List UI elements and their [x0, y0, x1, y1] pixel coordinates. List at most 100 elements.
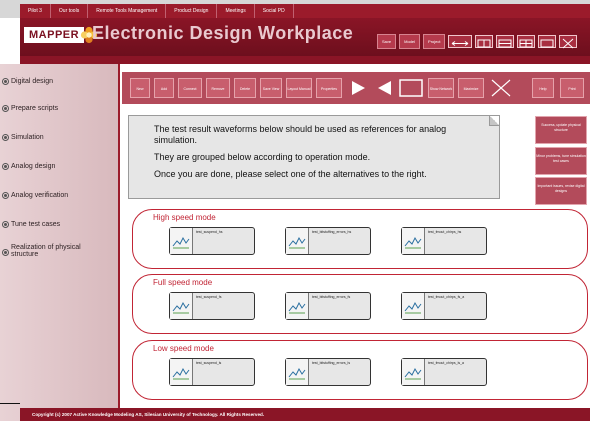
top-nav-bar: Pilot 3 Our tools Remote Tools Managemen… [20, 4, 590, 18]
frame-icon[interactable] [398, 78, 424, 98]
mapper-logo: MAPPER [24, 24, 98, 46]
waveform-thumbnail-icon [170, 228, 193, 254]
waveform-card[interactable]: test_fmout_chirps_fs_a [401, 292, 487, 320]
mode-title: Low speed mode [153, 344, 214, 353]
top-tab-pilot-3[interactable]: Pilot 3 [20, 4, 51, 18]
sidebar-item-digital-design[interactable]: Digital design [2, 78, 53, 85]
grid-icon[interactable] [517, 35, 536, 48]
sidebar-item-analog-design[interactable]: Analog design [2, 163, 55, 170]
header-controls: Save Model Project [377, 34, 578, 49]
instructions-note: The test result waveforms below should b… [128, 115, 500, 199]
radio-icon [2, 249, 9, 256]
model-button[interactable]: Model [399, 34, 421, 49]
note-fold [489, 116, 499, 126]
connect-button[interactable]: Connect [178, 78, 202, 98]
app-header: MAPPER Electronic Design Workplace Save … [20, 18, 590, 56]
waveform-card[interactable]: test_suspend_hs [169, 227, 255, 255]
waveform-card[interactable]: test_suspend_fs [169, 292, 255, 320]
waveform-card[interactable]: test_bitstuffing_errors_hs [285, 227, 371, 255]
waveform-thumbnail-icon [402, 293, 425, 319]
radio-icon [2, 192, 9, 199]
waveform-thumbnail-icon [286, 293, 309, 319]
top-tab-remote-tools[interactable]: Remote Tools Management [88, 4, 167, 18]
breadcrumb-bar: Pilot 3 : Digital design [20, 56, 590, 70]
sidebar-item-prepare-scripts[interactable]: Prepare scripts [2, 105, 58, 112]
sidebar-item-tune-test-cases[interactable]: Tune test cases [2, 221, 60, 228]
card-label: test_bitstuffing_errors_hs [312, 230, 352, 234]
app-window: Pilot 3 Our tools Remote Tools Managemen… [0, 0, 590, 421]
arrows-icon[interactable] [448, 35, 473, 48]
card-label: test_fmout_chirps_hs [428, 230, 462, 234]
main-panel: New Add Connect Remove Delete Save View … [122, 64, 590, 421]
play-left-icon[interactable] [372, 78, 396, 98]
waveform-card[interactable]: test_fmout_chirps_hs [401, 227, 487, 255]
waveform-card[interactable]: test_bitstuffing_errors_fs [285, 292, 371, 320]
print-button[interactable]: Print [560, 78, 584, 98]
top-tab-our-tools[interactable]: Our tools [51, 4, 89, 18]
save-view-button[interactable]: Save View [260, 78, 282, 98]
delete-button[interactable]: Delete [234, 78, 256, 98]
radio-icon [2, 78, 9, 85]
waveform-card[interactable]: test_bitstuffing_errors_ls [285, 358, 371, 386]
new-button[interactable]: New [130, 78, 150, 98]
waveform-card[interactable]: test_suspend_ls [169, 358, 255, 386]
radio-icon [2, 105, 9, 112]
sidebar: Digital design Prepare scripts Simulatio… [0, 64, 120, 421]
sidebar-item-realization-physical-structure[interactable]: Realization of physical structure [2, 244, 81, 258]
top-tab-product-design[interactable]: Product Design [166, 4, 218, 18]
waveform-thumbnail-icon [170, 359, 193, 385]
sidebar-item-simulation[interactable]: Simulation [2, 134, 44, 141]
waveform-thumbnail-icon [286, 228, 309, 254]
success-update-physical-button[interactable]: Success, update physical structure [535, 116, 587, 144]
two-rows-icon[interactable] [496, 35, 515, 48]
card-label: test_bitstuffing_errors_fs [312, 295, 351, 299]
mode-title: High speed mode [153, 213, 216, 222]
window-icon[interactable] [538, 35, 557, 48]
divider-line [0, 403, 20, 404]
footer: Copyright (c) 2007 Active Knowledge Mode… [20, 408, 590, 421]
properties-button[interactable]: Properties [316, 78, 342, 98]
waveform-thumbnail-icon [402, 359, 425, 385]
radio-icon [2, 221, 9, 228]
top-tab-social-pd[interactable]: Social PD [255, 4, 294, 18]
card-label: test_bitstuffing_errors_ls [312, 361, 351, 365]
app-title: Electronic Design Workplace [92, 23, 354, 43]
project-button[interactable]: Project [423, 34, 446, 49]
sidebar-item-label: Tune test cases [11, 221, 61, 228]
important-issues-revise-button[interactable]: Important issues, revise digital designs [535, 177, 587, 205]
two-columns-icon[interactable] [475, 35, 494, 48]
sidebar-item-label: Prepare scripts [11, 105, 59, 112]
waveform-card[interactable]: test_fmout_chirps_ls_a [401, 358, 487, 386]
close-icon[interactable] [559, 35, 578, 49]
logo-text: MAPPER [24, 27, 85, 43]
minor-problems-tune-button[interactable]: Minor problems, tune simulation test cas… [535, 147, 587, 175]
low-speed-mode-group: Low speed mode test_suspend_ls test_bits… [132, 340, 588, 400]
copyright-text: Copyright (c) 2007 Active Knowledge Mode… [32, 412, 265, 417]
toolbar: New Add Connect Remove Delete Save View … [122, 72, 590, 104]
save-button[interactable]: Save [377, 34, 397, 49]
instruction-line-1b: simulation. [154, 135, 198, 145]
instruction-line-1: The test result waveforms below should b… [154, 124, 447, 134]
sidebar-item-label: Simulation [11, 134, 44, 141]
radio-icon [2, 163, 9, 170]
cross-icon[interactable] [488, 78, 514, 98]
waveform-thumbnail-icon [402, 228, 425, 254]
sidebar-item-analog-verification[interactable]: Analog verification [2, 192, 68, 199]
add-button[interactable]: Add [154, 78, 174, 98]
sidebar-item-label: Realization of physical structure [11, 244, 81, 258]
show-network-button[interactable]: Show Network [428, 78, 454, 98]
maximize-button[interactable]: Maximize [458, 78, 484, 98]
help-button[interactable]: Help [532, 78, 554, 98]
card-label: test_suspend_ls [196, 361, 222, 365]
card-label: test_suspend_hs [196, 230, 223, 234]
play-right-icon[interactable] [346, 78, 370, 98]
sidebar-item-label: Analog verification [11, 192, 69, 199]
waveform-thumbnail-icon [170, 293, 193, 319]
instruction-line-3: Once you are done, please select one of … [154, 169, 427, 179]
sidebar-item-label: Digital design [11, 78, 54, 85]
remove-button[interactable]: Remove [206, 78, 230, 98]
card-label: test_fmout_chirps_ls_a [428, 361, 464, 365]
layout-manual-button[interactable]: Layout Manual [286, 78, 312, 98]
high-speed-mode-group: High speed mode test_suspend_hs test_bit… [132, 209, 588, 269]
top-tab-meetings[interactable]: Meetings [217, 4, 255, 18]
